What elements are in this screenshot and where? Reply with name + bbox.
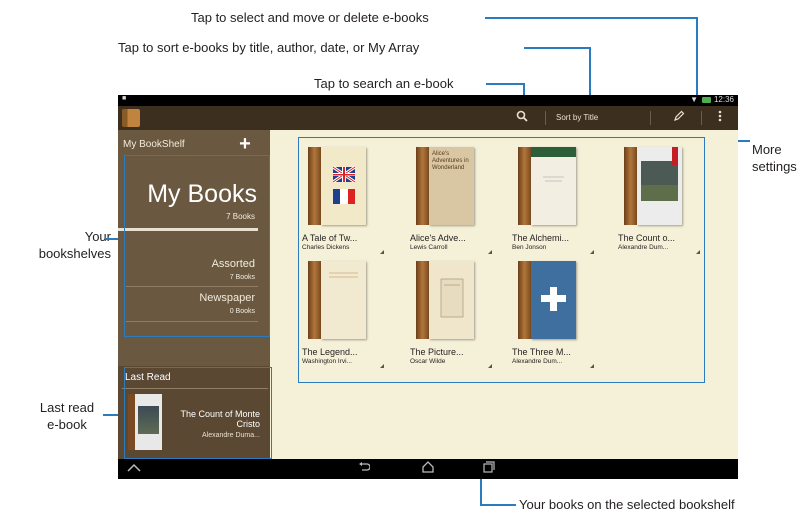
callout-line [480,504,516,506]
battery-icon [702,97,711,103]
app-icon[interactable] [122,109,140,127]
callout-search: Tap to search an e-book [314,76,454,91]
callout-line [485,17,697,19]
status-bar: ■ ▼ 12:36 [118,95,738,106]
more-vertical-icon[interactable] [712,110,728,126]
callout-line [524,47,590,49]
status-time: 12:36 [713,95,734,104]
bookshelf-title: My BookShelf [123,139,185,150]
search-icon[interactable] [514,110,530,126]
callout-more-settings: More settings [752,142,797,174]
recent-apps-icon[interactable] [481,461,497,477]
hide-bar-icon[interactable] [126,461,142,477]
last-read-highlight [124,367,272,459]
add-shelf-button[interactable]: + [236,134,254,154]
pencil-icon[interactable] [671,110,687,126]
callout-line [486,83,524,85]
callout-last-read: Last read e-book [39,400,95,432]
sort-dropdown[interactable]: Sort by Title [556,113,598,122]
wifi-icon: ▼ [690,95,698,104]
callout-sort: Tap to sort e-books by title, author, da… [118,40,420,55]
callout-your-books: Your books on the selected bookshelf [519,497,735,512]
bookshelves-highlight [124,155,270,337]
navigation-bar [118,459,738,479]
action-bar: Sort by Title [118,106,738,130]
callout-your-bookshelves: Your bookshelves [38,229,111,261]
callout-select-move-delete: Tap to select and move or delete e-books [191,10,429,25]
notification-icon: ■ [122,95,127,102]
books-highlight [298,137,705,383]
back-icon[interactable] [356,461,372,477]
home-icon[interactable] [420,461,436,477]
